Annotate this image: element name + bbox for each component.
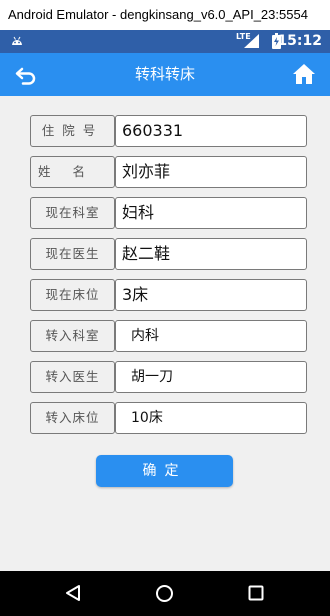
field-label: 现在医生 bbox=[30, 238, 115, 270]
field-label: 住院号 bbox=[30, 115, 115, 147]
status-bar: LTE 15:12 bbox=[0, 30, 330, 53]
transfer-department-field[interactable]: 内科 bbox=[115, 320, 307, 352]
nav-back-icon[interactable] bbox=[64, 584, 82, 602]
admission-number-field[interactable]: 660331 bbox=[115, 115, 307, 147]
page-title: 转科转床 bbox=[134, 65, 195, 83]
current-doctor-field[interactable]: 赵二鞋 bbox=[115, 238, 307, 270]
current-bed-field[interactable]: 3床 bbox=[115, 279, 307, 311]
window-title: Android Emulator - dengkinsang_v6.0_API_… bbox=[0, 0, 330, 30]
field-row-transfer-bed: 转入床位 10床 bbox=[30, 402, 307, 434]
field-label: 现在科室 bbox=[30, 197, 115, 229]
nav-home-icon[interactable] bbox=[155, 584, 174, 603]
home-icon[interactable] bbox=[292, 63, 316, 85]
android-notification-icon bbox=[12, 36, 22, 45]
field-row-current-bed: 现在床位 3床 bbox=[30, 279, 307, 311]
signal-icon bbox=[244, 34, 259, 48]
nav-recent-apps-icon[interactable] bbox=[248, 585, 264, 601]
app-bar: 转科转床 bbox=[0, 53, 330, 96]
field-label: 现在床位 bbox=[30, 279, 115, 311]
form-content: 住院号 660331 姓名 刘亦菲 现在科室 妇科 现在医生 赵二鞋 现在床位 … bbox=[0, 96, 330, 571]
current-department-field[interactable]: 妇科 bbox=[115, 197, 307, 229]
field-row-transfer-department: 转入科室 内科 bbox=[30, 320, 307, 352]
status-clock: 15:12 bbox=[277, 33, 322, 49]
field-row-name: 姓名 刘亦菲 bbox=[30, 156, 307, 188]
field-label: 姓名 bbox=[30, 156, 115, 188]
name-field[interactable]: 刘亦菲 bbox=[115, 156, 307, 188]
field-label: 转入科室 bbox=[30, 320, 115, 352]
system-nav-bar bbox=[0, 571, 330, 616]
field-row-admission-number: 住院号 660331 bbox=[30, 115, 307, 147]
field-row-current-doctor: 现在医生 赵二鞋 bbox=[30, 238, 307, 270]
field-label: 转入医生 bbox=[30, 361, 115, 393]
transfer-doctor-field[interactable]: 胡一刀 bbox=[115, 361, 307, 393]
field-row-current-department: 现在科室 妇科 bbox=[30, 197, 307, 229]
transfer-bed-field[interactable]: 10床 bbox=[115, 402, 307, 434]
field-row-transfer-doctor: 转入医生 胡一刀 bbox=[30, 361, 307, 393]
field-label: 转入床位 bbox=[30, 402, 115, 434]
confirm-button[interactable]: 确定 bbox=[96, 455, 233, 487]
